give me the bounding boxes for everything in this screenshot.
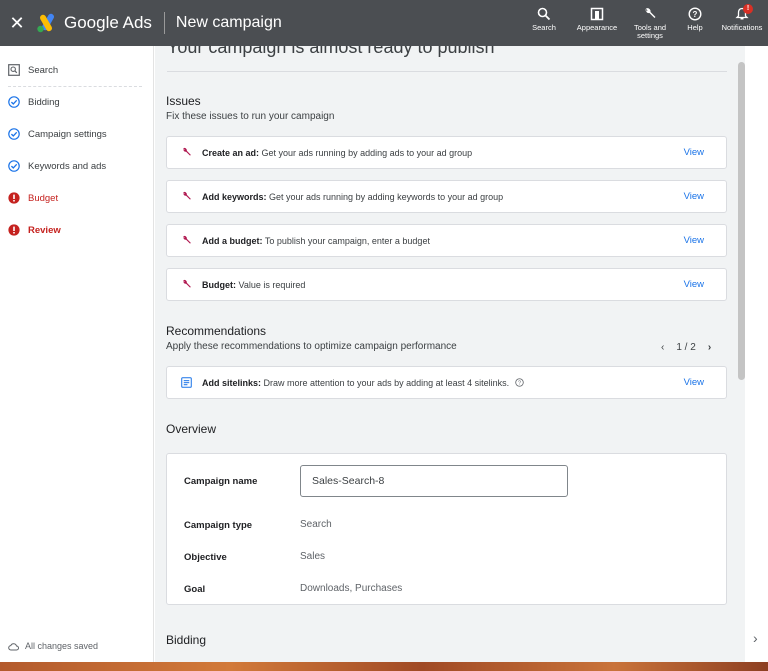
view-link[interactable]: View [684,147,704,158]
sidebar-item-campaign-settings[interactable]: Campaign settings [8,128,107,140]
sidebar-item-label: Keywords and ads [28,160,107,172]
recommendations-heading: Recommendations [166,324,267,338]
view-link[interactable]: View [684,279,704,290]
issue-card-add-keywords: Add keywords: Get your ads running by ad… [166,180,727,213]
save-status: All changes saved [8,641,98,651]
wrench-icon [179,278,193,292]
save-status-text: All changes saved [25,641,99,651]
recommendation-message: Add sitelinks: Draw more attention to yo… [202,378,684,388]
wrench-icon [645,8,656,18]
tools-and-settings-button[interactable]: Tools and settings [626,0,674,46]
chevron-right-icon[interactable]: › [753,630,758,646]
wrench-icon [179,190,193,204]
issue-card-add-budget: Add a budget: To publish your campaign, … [166,224,727,257]
right-gutter [745,46,768,662]
header-divider [163,12,165,34]
sidebar-item-label: Campaign settings [28,128,107,140]
brand-name: Google Ads [64,13,152,32]
recommendations-subheading: Apply these recommendations to optimize … [166,341,457,352]
sidebar-item-label: Search [28,64,59,76]
objective-label: Objective [184,552,227,563]
top-actions: Search Appearance Tools and settings ? H… [524,0,768,46]
help-label: Help [687,23,703,32]
sidebar-item-search[interactable]: Search [8,64,58,76]
search-button[interactable]: Search [524,0,564,46]
check-circle-icon [8,96,20,108]
sidebar-item-label: Budget [28,192,59,204]
error-icon [8,224,20,236]
wrench-icon [179,146,193,160]
overview-heading: Overview [166,422,217,436]
help-icon[interactable]: ? [514,377,524,387]
google-ads-logo-icon [36,13,58,33]
issue-card-create-ad: Create an ad: Get your ads running by ad… [166,136,727,169]
view-link[interactable]: View [684,377,704,388]
top-bar: ✕ Google Ads New campaign Search Appeara… [0,0,768,46]
sidebar-item-label: Review [28,224,61,236]
objective-value: Sales [300,551,326,562]
goal-label: Goal [184,584,206,595]
notifications-label: Notifications [721,23,763,32]
sidebar: Search Bidding Campaign settings Keyword… [0,46,154,662]
page-heading: Your campaign is almost ready to publish [167,46,495,57]
scrollbar[interactable] [738,62,745,380]
pager-count: 1 / 2 [676,342,696,353]
search-box-icon [8,64,20,76]
chevron-left-icon[interactable]: ‹ [661,342,664,353]
issue-card-budget: Budget: Value is required View [166,268,727,301]
help-button[interactable]: ? Help [674,0,716,46]
campaign-type-label: Campaign type [184,520,253,531]
issues-subheading: Fix these issues to run your campaign [166,111,335,122]
sidebar-item-bidding[interactable]: Bidding [8,96,60,108]
desktop-background [0,662,768,671]
view-link[interactable]: View [684,191,704,202]
sidebar-item-budget[interactable]: Budget [8,192,58,204]
issue-message: Create an ad: Get your ads running by ad… [202,147,473,158]
issue-message: Budget: Value is required [202,279,306,290]
check-circle-icon [8,128,20,140]
page-title: New campaign [175,14,282,31]
appearance-label: Appearance [576,23,618,32]
tools-label-line2: settings [637,31,663,40]
close-icon[interactable]: ✕ [0,13,34,34]
help-icon: ? [688,7,702,21]
sitelinks-icon [179,376,193,390]
notifications-button[interactable]: ! Notifications [716,0,768,46]
error-icon [8,192,20,204]
search-label: Search [532,23,556,32]
main-content: Your campaign is almost ready to publish… [155,46,745,662]
notification-badge: ! [743,4,753,14]
sidebar-item-review[interactable]: Review [8,224,61,236]
goal-value: Downloads, Purchases [300,583,403,594]
search-icon [537,7,551,21]
view-link[interactable]: View [684,235,704,246]
campaign-type-value: Search [300,519,332,530]
heading-divider [167,71,727,72]
wrench-icon [179,234,193,248]
sidebar-divider [8,86,142,87]
sidebar-item-label: Bidding [28,96,60,108]
overview-card: Campaign name Campaign type Search Objec… [166,453,727,605]
bidding-heading: Bidding [166,633,207,647]
sidebar-item-keywords-and-ads[interactable]: Keywords and ads [8,160,106,172]
appearance-button[interactable]: Appearance [572,0,622,46]
app-window: ✕ Google Ads New campaign Search Appeara… [0,0,768,662]
campaign-name-label: Campaign name [184,476,258,487]
issue-message: Add a budget: To publish your campaign, … [202,235,430,246]
recommendation-card-sitelinks: Add sitelinks: Draw more attention to yo… [166,366,727,399]
check-circle-icon [8,160,20,172]
campaign-name-input[interactable] [300,465,568,497]
cloud-check-icon [8,642,19,650]
recommendations-pager: ‹ 1 / 2 › [655,342,717,353]
svg-text:?: ? [693,10,698,19]
issue-message: Add keywords: Get your ads running by ad… [202,191,504,202]
chevron-right-icon[interactable]: › [708,342,711,353]
issues-heading: Issues [166,94,201,108]
appearance-icon [590,7,604,21]
svg-text:?: ? [518,380,521,386]
